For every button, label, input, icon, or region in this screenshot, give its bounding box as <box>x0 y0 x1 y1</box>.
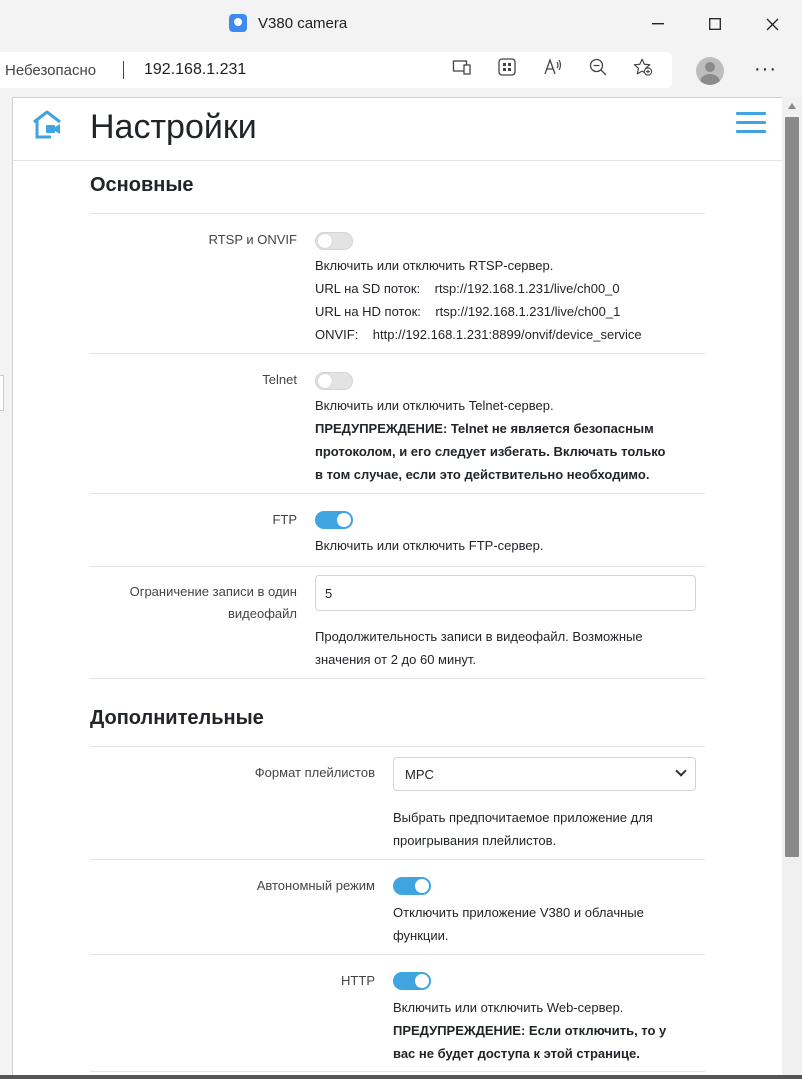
section-title-basic: Основные <box>90 174 194 196</box>
http-label: HTTP <box>341 973 375 988</box>
http-toggle[interactable] <box>393 972 431 990</box>
telnet-toggle[interactable] <box>315 372 353 390</box>
maximize-icon <box>709 18 721 30</box>
divider <box>90 566 705 567</box>
page-viewport: Настройки Основные RTSP и ONVIF Включить… <box>12 97 782 1079</box>
rtsp-description: Включить или отключить RTSP-сервер. URL … <box>315 258 642 342</box>
ftp-label: FTP <box>272 512 297 527</box>
read-aloud-icon[interactable] <box>543 57 563 77</box>
section-title-advanced: Дополнительные <box>90 707 264 729</box>
ftp-toggle[interactable] <box>315 511 353 529</box>
address-bar: Небезопасно 192.168.1.231 ··· <box>0 48 802 96</box>
divider <box>90 213 705 214</box>
divider <box>90 493 705 494</box>
divider <box>90 1071 705 1072</box>
url-text[interactable]: 192.168.1.231 <box>144 61 246 79</box>
more-menu-button[interactable]: ··· <box>754 58 777 81</box>
side-panel-handle[interactable] <box>0 375 4 411</box>
playlist-format-label: Формат плейлистов <box>254 765 375 780</box>
offline-mode-description: Отключить приложение V380 и облачные фун… <box>393 905 644 943</box>
page-header: Настройки <box>13 98 782 161</box>
profile-avatar[interactable] <box>696 57 724 85</box>
telnet-description: Включить или отключить Telnet-сервер. ПР… <box>315 398 666 482</box>
scrollbar-thumb[interactable] <box>785 117 799 857</box>
telnet-label: Telnet <box>262 372 297 387</box>
playlist-format-description: Выбрать предпочитаемое приложение для пр… <box>393 810 653 848</box>
record-limit-input[interactable]: 5 <box>315 575 696 611</box>
divider <box>90 859 705 860</box>
onvif-url: http://192.168.1.231:8899/onvif/device_s… <box>372 327 642 342</box>
playlist-format-select[interactable]: MPC <box>393 757 696 791</box>
url-box[interactable]: Небезопасно 192.168.1.231 <box>0 52 672 88</box>
divider <box>90 954 705 955</box>
page-scrollbar[interactable] <box>782 97 802 1079</box>
page-title: Настройки <box>90 108 257 146</box>
rtsp-label: RTSP и ONVIF <box>208 232 297 247</box>
offline-mode-toggle[interactable] <box>393 877 431 895</box>
window-title: V380 camera <box>258 15 348 32</box>
title-bar: V380 camera <box>0 0 802 48</box>
app-icon <box>229 14 247 32</box>
minimize-icon <box>652 23 664 25</box>
record-limit-description: Продолжительность записи в видеофайл. Во… <box>315 629 643 667</box>
divider <box>90 678 705 679</box>
ftp-description: Включить или отключить FTP-сервер. <box>315 538 544 553</box>
divider <box>90 353 705 354</box>
rtsp-toggle[interactable] <box>315 232 353 250</box>
scroll-up-icon[interactable] <box>788 103 796 109</box>
hd-stream-url: rtsp://192.168.1.231/live/ch00_1 <box>435 304 621 319</box>
sd-stream-url: rtsp://192.168.1.231/live/ch00_0 <box>434 281 620 296</box>
zoom-icon[interactable] <box>588 57 608 77</box>
security-indicator[interactable]: Небезопасно <box>5 62 96 79</box>
home-camera-icon[interactable] <box>31 110 63 140</box>
device-icon[interactable] <box>452 57 472 77</box>
close-icon <box>766 18 778 30</box>
http-description: Включить или отключить Web-сервер. ПРЕДУ… <box>393 1000 667 1061</box>
chevron-down-icon <box>675 765 687 777</box>
maximize-button[interactable] <box>701 10 729 38</box>
record-limit-label: Ограничение записи в один видеофайл <box>129 584 297 621</box>
divider <box>90 746 705 747</box>
minimize-button[interactable] <box>644 10 672 38</box>
window-bottom-edge <box>0 1075 802 1079</box>
hamburger-menu-button[interactable] <box>736 112 768 134</box>
offline-mode-label: Автономный режим <box>256 878 375 893</box>
close-button[interactable] <box>758 10 786 38</box>
url-separator <box>123 61 124 79</box>
apps-icon[interactable] <box>497 57 517 77</box>
favorites-add-icon[interactable] <box>633 57 653 77</box>
